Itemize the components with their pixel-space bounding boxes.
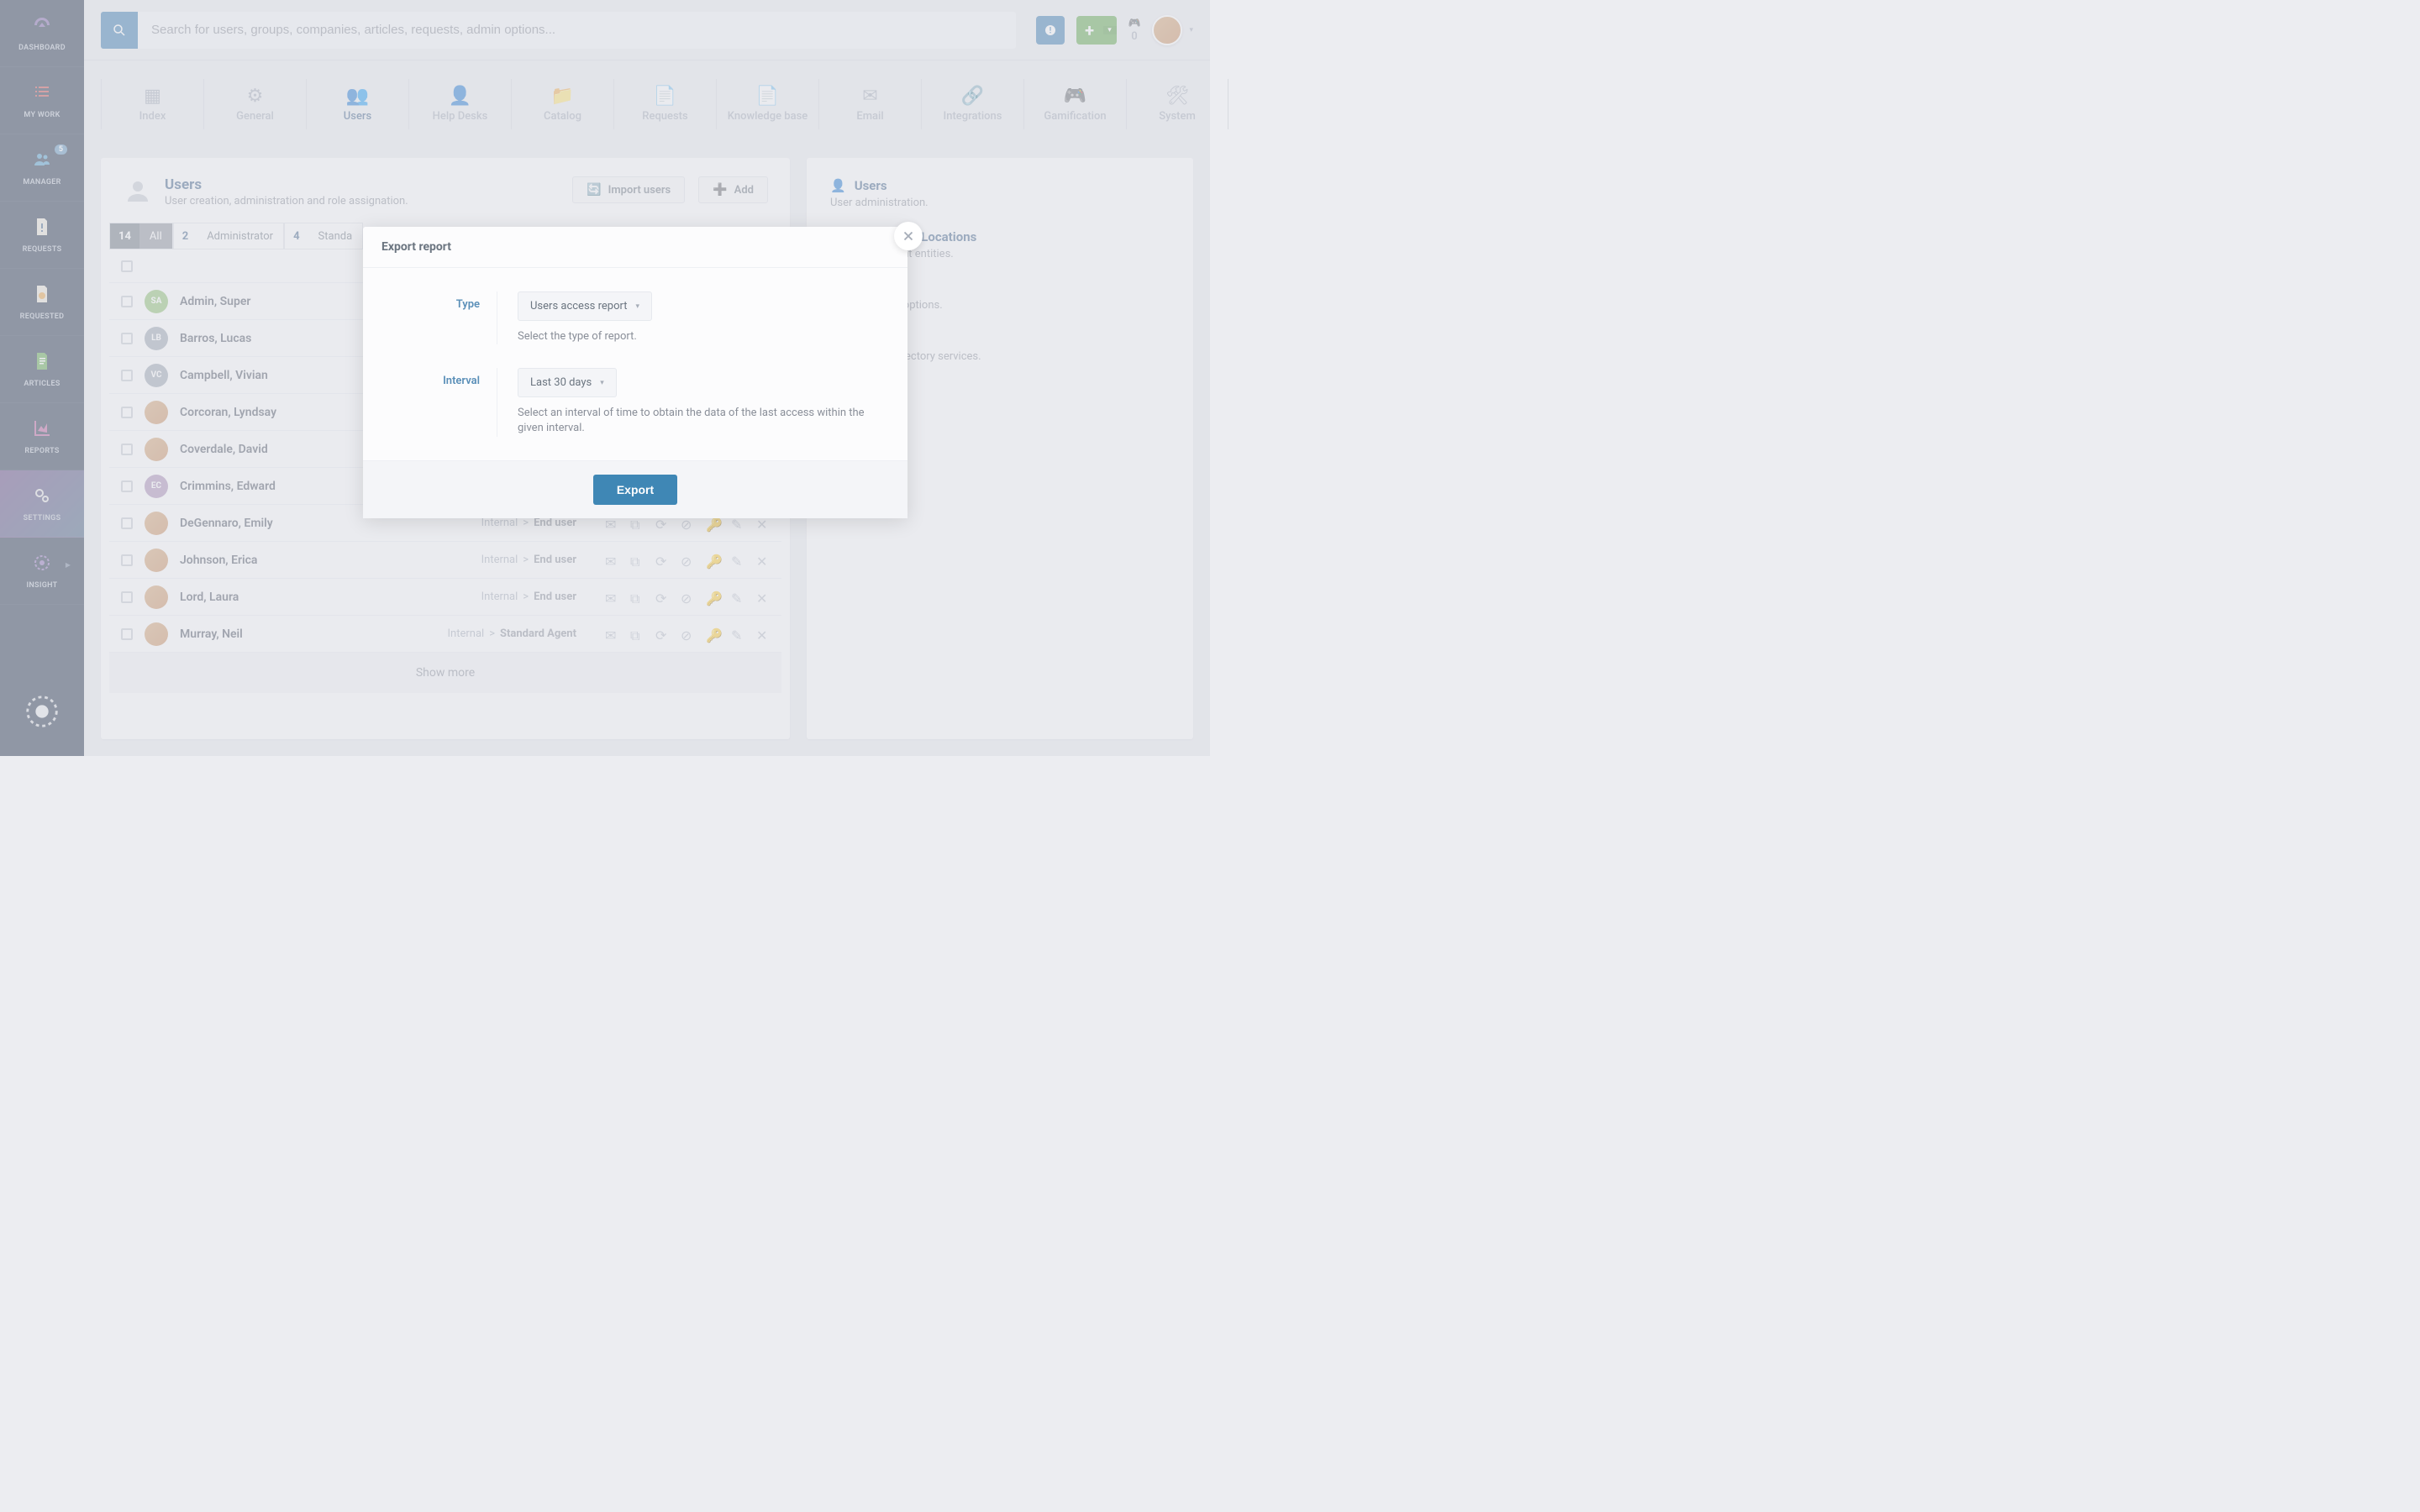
chevron-down-icon: ▾ bbox=[635, 302, 639, 311]
export-report-modal: Export report Type Users access report ▾… bbox=[363, 227, 908, 518]
chevron-down-icon: ▾ bbox=[600, 379, 604, 387]
type-hint: Select the type of report. bbox=[518, 329, 882, 344]
type-dropdown[interactable]: Users access report ▾ bbox=[518, 291, 652, 321]
type-label: Type bbox=[388, 291, 497, 344]
modal-title: Export report bbox=[363, 227, 908, 268]
close-button[interactable] bbox=[894, 222, 923, 250]
interval-hint: Select an interval of time to obtain the… bbox=[518, 406, 882, 436]
export-button[interactable]: Export bbox=[593, 475, 677, 505]
interval-label: Interval bbox=[388, 368, 497, 436]
interval-dropdown[interactable]: Last 30 days ▾ bbox=[518, 368, 617, 397]
close-icon bbox=[901, 228, 916, 244]
